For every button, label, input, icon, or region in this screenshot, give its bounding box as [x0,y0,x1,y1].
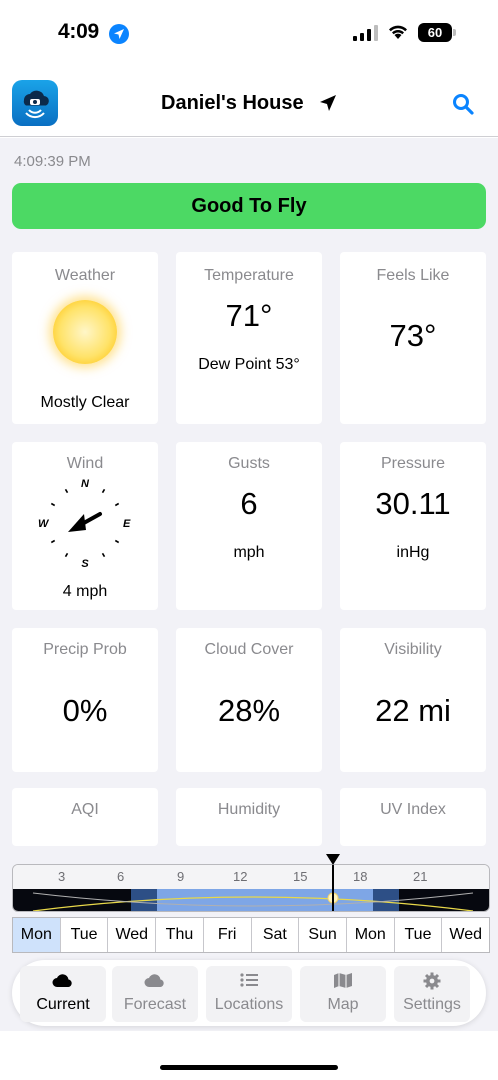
tab-label: Settings [403,996,461,1013]
temperature-card[interactable]: Temperature 71° Dew Point 53° [176,252,322,424]
compass-south: S [81,558,89,570]
day-selector[interactable]: Mon Tue Wed Thu Fri Sat Sun Mon Tue Wed [12,917,490,953]
day-tab[interactable]: Sun [299,918,347,952]
timeline-marker-handle[interactable] [326,854,340,865]
compass-west: W [38,518,49,530]
card-title: Pressure [380,455,446,472]
aqi-card[interactable]: AQI [12,788,158,846]
main-content[interactable]: 4:09:39 PM Good To Fly Weather Mostly Cl… [0,138,498,1031]
feels-like-value: 73° [389,318,437,353]
dew-point: Dew Point 53° [198,356,300,373]
compass-east: E [123,518,131,530]
status-time: 4:09 [58,20,99,43]
weather-card[interactable]: Weather Mostly Clear [12,252,158,424]
tab-current[interactable]: Current [20,966,106,1022]
timeline-hour: 6 [117,869,125,884]
location-services-icon [109,24,129,44]
timeline-hour: 18 [353,869,368,884]
status-bar: 4:09 60 [0,0,498,70]
app-logo-icon [12,80,58,126]
tab-label: Current [36,996,90,1013]
gusts-card[interactable]: Gusts 6 mph [176,442,322,610]
tab-bar: Current Forecast Locations Map Settings [12,960,486,1026]
feels-like-card[interactable]: Feels Like 73° [340,252,486,424]
timeline-hours: 3 6 9 12 15 18 21 [13,865,489,889]
timeline-hour: 3 [58,869,66,884]
gear-icon [423,972,441,990]
day-tab[interactable]: Mon [13,918,61,952]
cellular-signal-icon [353,25,378,41]
tab-forecast[interactable]: Forecast [112,966,198,1022]
search-icon[interactable] [451,92,475,116]
cloud-cover-card[interactable]: Cloud Cover 28% [176,628,322,772]
battery-tip [453,29,456,36]
visibility-card[interactable]: Visibility 22 mi [340,628,486,772]
location-arrow-icon [320,95,336,111]
gusts-unit: mph [233,544,265,561]
map-icon [334,973,352,988]
tab-settings[interactable]: Settings [394,966,470,1022]
location-title[interactable]: Daniel's House [161,92,304,115]
day-tab[interactable]: Wed [108,918,157,952]
gusts-value: 6 [240,486,258,521]
card-title: Feels Like [376,267,450,284]
card-title: Gusts [228,455,270,472]
weather-condition: Mostly Clear [40,394,130,411]
card-title: Precip Prob [43,641,127,658]
wind-speed: 4 mph [62,583,108,600]
pressure-value: 30.11 [375,486,451,521]
day-tab[interactable]: Thu [156,918,204,952]
day-tab[interactable]: Fri [204,918,252,952]
wifi-icon [389,25,407,39]
card-title: Wind [66,455,104,472]
card-title: Cloud Cover [204,641,294,658]
precip-card[interactable]: Precip Prob 0% [12,628,158,772]
tab-map[interactable]: Map [300,966,386,1022]
day-tab[interactable]: Wed [442,918,489,952]
timeline-current-marker[interactable] [332,865,334,911]
humidity-card[interactable]: Humidity [176,788,322,846]
card-title: Weather [54,267,116,284]
home-indicator[interactable] [160,1065,338,1070]
card-title: AQI [71,801,99,818]
timeline-hour: 15 [293,869,308,884]
cloud-icon [52,974,72,987]
cloud-icon [144,974,164,987]
wind-card[interactable]: Wind N E S W 4 mph [12,442,158,610]
card-title: Visibility [384,641,442,658]
battery-icon: 60 [418,23,452,42]
update-timestamp: 4:09:39 PM [14,153,91,170]
visibility-value: 22 mi [375,693,451,728]
wind-compass-icon [50,488,120,558]
timeline-hour: 21 [413,869,428,884]
precip-value: 0% [62,693,108,728]
sun-path-curve [32,892,474,911]
temperature-value: 71° [225,298,273,333]
tab-label: Forecast [123,996,187,1013]
timeline-hour: 9 [177,869,185,884]
day-tab[interactable]: Mon [347,918,395,952]
card-title: UV Index [380,801,446,818]
day-tab[interactable]: Sat [252,918,300,952]
compass-north: N [81,478,89,490]
uv-index-card[interactable]: UV Index [340,788,486,846]
list-icon [240,973,258,987]
pressure-unit: inHg [396,544,430,561]
pressure-card[interactable]: Pressure 30.11 inHg [340,442,486,610]
fly-status-banner: Good To Fly [12,183,486,229]
cloud-cover-value: 28% [217,693,281,728]
card-title: Temperature [204,267,294,284]
tab-label: Locations [214,996,284,1013]
day-tab[interactable]: Tue [61,918,109,952]
sun-icon [53,300,117,364]
day-tab[interactable]: Tue [395,918,443,952]
tab-locations[interactable]: Locations [206,966,292,1022]
card-title: Humidity [217,801,281,818]
app-header: Daniel's House [0,70,498,137]
hourly-timeline[interactable]: 3 6 9 12 15 18 21 [12,864,490,912]
tab-label: Map [327,996,359,1013]
timeline-hour: 12 [233,869,248,884]
